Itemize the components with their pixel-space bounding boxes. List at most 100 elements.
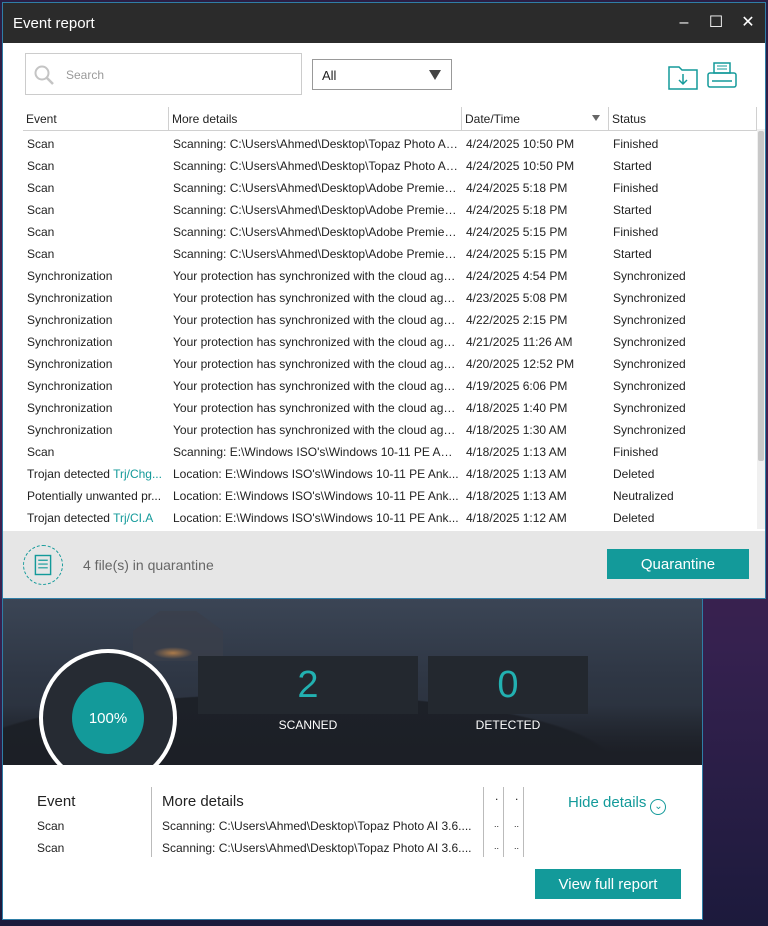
scrollbar-thumb[interactable] [758, 131, 764, 461]
cell-status: Neutralized [613, 489, 674, 503]
cell-event-text: Synchronization [27, 401, 113, 415]
cell-datetime: 4/19/2025 6:06 PM [466, 379, 568, 393]
column-header-event[interactable]: Event [23, 107, 169, 131]
table-row[interactable]: Synchronization Your protection has synch… [23, 309, 757, 331]
details-row-text: Scanning: C:\Users\Ahmed\Desktop\Topaz P… [162, 841, 472, 855]
cell-details: Location: E:\Windows ISO's\Windows 10-11… [173, 467, 459, 481]
cell-status: Started [613, 203, 652, 217]
cell-datetime: 4/22/2025 2:15 PM [466, 313, 568, 327]
column-header-details[interactable]: More details [169, 107, 462, 131]
cell-event-text: Scan [27, 181, 55, 195]
cell-event: Synchronization [27, 313, 167, 327]
cell-event: Scan [27, 203, 167, 217]
table-row[interactable]: Synchronization Your protection has synch… [23, 397, 757, 419]
cell-status: Finished [613, 445, 659, 459]
threat-name-link[interactable]: Trj/CI.A [113, 511, 153, 525]
scanned-label: SCANNED [278, 718, 338, 732]
view-full-report-button[interactable]: View full report [535, 869, 681, 899]
search-icon [34, 65, 54, 85]
details-more-header: More details [162, 793, 244, 810]
details-row-c3: .. [494, 841, 500, 851]
detected-label: DETECTED [475, 718, 541, 732]
filter-selected-value: All [322, 68, 337, 83]
details-separator [483, 787, 484, 857]
table-row[interactable]: Synchronization Your protection has synch… [23, 419, 757, 441]
details-row-c4: .. [514, 819, 520, 829]
cell-status: Finished [613, 225, 659, 239]
antivirus-main-window: 2 SCANNED 0 DETECTED 100% Event More det… [2, 598, 703, 920]
cell-event: Scan [27, 159, 167, 173]
table-row[interactable]: Trojan detected Trj/Chg... Location: E:\W… [23, 463, 757, 485]
table-row[interactable]: Scan Scanning: C:\Users\Ahmed\Desktop\Top… [23, 133, 757, 155]
window-title: Event report [13, 15, 95, 32]
chevron-down-icon: ⌄ [650, 799, 667, 815]
event-table: Event More details Date/Time Status Scan… [23, 107, 757, 531]
threat-name-link[interactable]: Trj/Chg... [113, 467, 162, 481]
quarantine-button[interactable]: Quarantine [607, 549, 749, 579]
table-row[interactable]: Trojan detected Trj/CI.A Location: E:\Win… [23, 507, 757, 529]
table-row[interactable]: Synchronization Your protection has synch… [23, 375, 757, 397]
cell-datetime: 4/18/2025 1:13 AM [466, 467, 567, 481]
minimize-button[interactable]: – [674, 13, 694, 33]
cell-status: Started [613, 247, 652, 261]
details-col3-header: . [495, 789, 499, 803]
table-row[interactable]: Synchronization Your protection has synch… [23, 331, 757, 353]
search-placeholder: Search [66, 68, 105, 82]
table-row[interactable]: Scan Scanning: E:\Windows ISO's\Windows 1… [23, 441, 757, 463]
search-input[interactable]: Search [25, 53, 302, 95]
cell-event-text: Synchronization [27, 357, 113, 371]
detected-count: 0 [497, 663, 519, 706]
cell-event-text: Scan [27, 225, 55, 239]
column-header-status[interactable]: Status [609, 107, 757, 131]
cell-status: Synchronized [613, 269, 686, 283]
cell-event-text: Trojan detected [27, 467, 114, 481]
cell-datetime: 4/24/2025 5:15 PM [466, 247, 568, 261]
event-report-window: Event report – ☐ ✕ Search All Event More… [2, 2, 766, 599]
cell-status: Finished [613, 181, 659, 195]
cell-status: Synchronized [613, 335, 686, 349]
cell-details: Scanning: C:\Users\Ahmed\Desktop\Adobe P… [173, 225, 459, 239]
scan-progress-value: 100% [72, 682, 144, 754]
table-row[interactable]: Scan Scanning: C:\Users\Ahmed\Desktop\Ado… [23, 177, 757, 199]
quarantine-document-icon [23, 545, 63, 585]
cell-event: Potentially unwanted pr... [27, 489, 167, 503]
cell-details: Your protection has synchronized with th… [173, 313, 459, 327]
column-header-datetime[interactable]: Date/Time [462, 107, 609, 131]
cell-status: Synchronized [613, 401, 686, 415]
table-row[interactable]: Synchronization Your protection has synch… [23, 287, 757, 309]
column-header-datetime-label: Date/Time [465, 112, 520, 126]
maximize-button[interactable]: ☐ [706, 13, 726, 33]
cell-event: Scan [27, 225, 167, 239]
cell-status: Synchronized [613, 357, 686, 371]
cell-event-text: Trojan detected [27, 511, 114, 525]
export-folder-icon[interactable] [667, 61, 699, 91]
scanned-count-box: 2 [198, 656, 418, 714]
cell-status: Synchronized [613, 423, 686, 437]
cell-datetime: 4/24/2025 10:50 PM [466, 137, 575, 151]
table-scrollbar[interactable] [757, 129, 765, 529]
table-row[interactable]: Potentially unwanted pr... Location: E:\W… [23, 485, 757, 507]
cell-event: Synchronization [27, 335, 167, 349]
print-icon[interactable] [706, 61, 738, 91]
cell-datetime: 4/18/2025 1:12 AM [466, 511, 567, 525]
cell-event: Trojan detected Trj/Chg... [27, 467, 167, 481]
table-row[interactable]: Scan Scanning: C:\Users\Ahmed\Desktop\Ado… [23, 221, 757, 243]
details-separator [523, 787, 524, 857]
cell-status: Finished [613, 137, 659, 151]
table-row[interactable]: Scan Scanning: C:\Users\Ahmed\Desktop\Ado… [23, 243, 757, 265]
event-filter-dropdown[interactable]: All [312, 59, 452, 90]
hide-details-link[interactable]: Hide details ⌄ [568, 794, 667, 815]
cell-datetime: 4/18/2025 1:30 AM [466, 423, 567, 437]
table-row[interactable]: Synchronization Your protection has synch… [23, 353, 757, 375]
cell-event-text: Synchronization [27, 423, 113, 437]
table-row[interactable]: Synchronization Your protection has synch… [23, 265, 757, 287]
details-row-c4: .. [514, 841, 520, 851]
close-button[interactable]: ✕ [738, 13, 758, 33]
cell-details: Location: E:\Windows ISO's\Windows 10-11… [173, 489, 459, 503]
dropdown-arrow-icon [429, 70, 441, 80]
details-row-c3: .. [494, 819, 500, 829]
cell-datetime: 4/18/2025 1:13 AM [466, 489, 567, 503]
table-row[interactable]: Scan Scanning: C:\Users\Ahmed\Desktop\Ado… [23, 199, 757, 221]
table-row[interactable]: Scan Scanning: C:\Users\Ahmed\Desktop\Top… [23, 155, 757, 177]
title-bar[interactable]: Event report – ☐ ✕ [3, 3, 765, 43]
